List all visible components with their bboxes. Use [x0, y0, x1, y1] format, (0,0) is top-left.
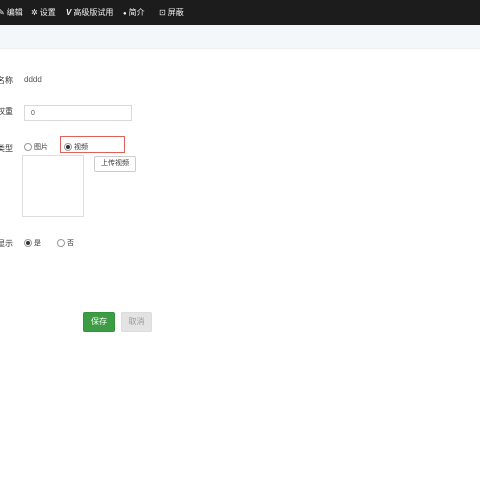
gear-icon: ✲ [31, 8, 38, 17]
name-value: dddd [24, 75, 42, 84]
type-video-radio[interactable] [64, 143, 72, 152]
lock-icon: ⊡ [159, 8, 166, 17]
type-label: 类型 [0, 144, 13, 153]
name-label: 名称 [0, 76, 13, 85]
weight-label: 权重 [0, 107, 13, 116]
nav-profile[interactable]: ● 简介 [123, 0, 145, 25]
display-label: 显示 [0, 239, 13, 248]
save-button[interactable]: 保存 [83, 312, 115, 332]
weight-input[interactable] [24, 105, 132, 121]
type-option-video[interactable]: 视频 [64, 142, 88, 152]
user-icon: ● [123, 11, 127, 17]
nav-edit-label: 编辑 [6, 8, 23, 17]
nav-block[interactable]: ⊡ 屏蔽 [159, 0, 184, 25]
display-yes-label: 是 [34, 240, 41, 247]
display-option-no[interactable]: 否 [57, 238, 74, 248]
v-icon: V [66, 8, 72, 17]
nav-block-label: 屏蔽 [167, 8, 184, 17]
nav-settings[interactable]: ✲ 设置 [31, 0, 56, 25]
display-no-radio[interactable] [57, 239, 65, 248]
type-image-radio[interactable] [24, 143, 32, 152]
edit-icon: ✎ [0, 8, 5, 17]
nav-premium-trial-label: 高级版试用 [73, 8, 114, 17]
nav-premium-trial[interactable]: V 高级版试用 [66, 0, 113, 25]
display-yes-radio[interactable] [24, 239, 32, 248]
display-option-yes[interactable]: 是 [24, 238, 41, 248]
nav-profile-label: 简介 [128, 8, 145, 17]
upload-video-button[interactable]: 上传视频 [94, 156, 136, 172]
nav-edit[interactable]: ✎ 编辑 [0, 0, 23, 25]
nav-settings-label: 设置 [39, 8, 56, 17]
cancel-button[interactable]: 取消 [121, 312, 152, 332]
display-no-label: 否 [67, 240, 74, 247]
sub-header [0, 25, 480, 49]
type-video-label: 视频 [74, 144, 88, 151]
top-nav-bar: ✎ 编辑 ✲ 设置 V 高级版试用 ● 简介 ⊡ 屏蔽 [0, 0, 480, 25]
type-option-image[interactable]: 图片 [24, 142, 48, 152]
type-image-label: 图片 [34, 144, 48, 151]
media-preview-box [22, 155, 84, 217]
